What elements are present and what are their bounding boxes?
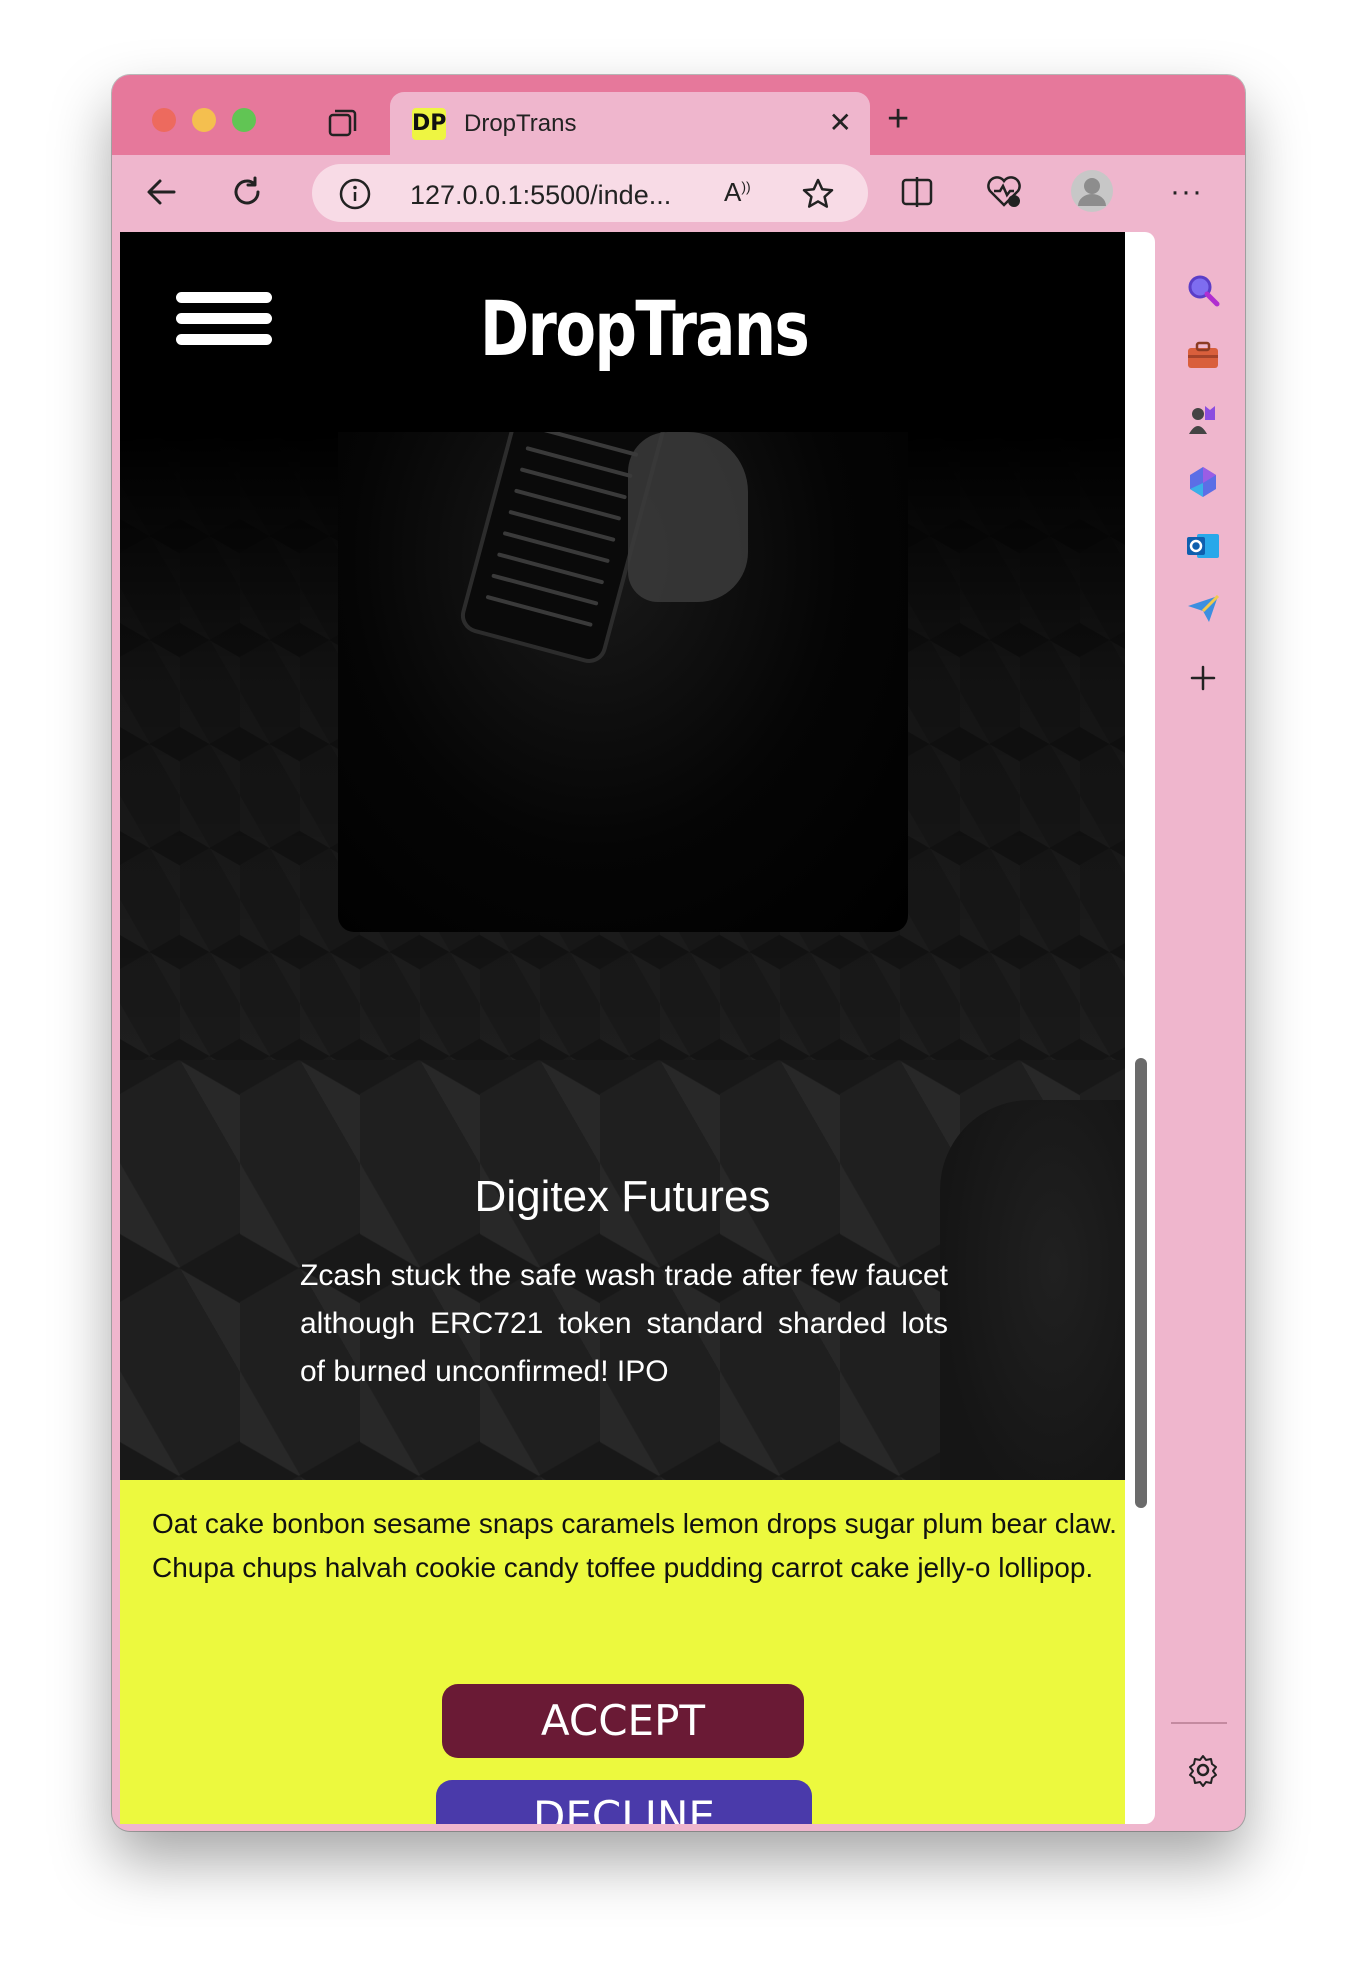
tab-title: DropTrans [464, 110, 577, 137]
new-tab-icon[interactable]: + [887, 99, 909, 139]
read-aloud-icon[interactable]: A)) [724, 177, 751, 208]
favicon: DP [412, 108, 446, 140]
title-bar: DP DropTrans ✕ + [112, 75, 1245, 155]
page-viewport: DropTrans Digitex Futures Zcash stuck th… [120, 232, 1125, 1824]
sidebar-divider [1171, 1722, 1227, 1724]
maximize-window-button[interactable] [232, 108, 256, 132]
site-header: DropTrans [120, 232, 1125, 432]
tab-actions-icon[interactable] [324, 105, 360, 141]
settings-gear-icon[interactable] [1185, 1752, 1221, 1788]
site-logo[interactable]: DropTrans [480, 284, 810, 373]
tools-briefcase-icon[interactable] [1185, 338, 1221, 374]
close-window-button[interactable] [152, 108, 176, 132]
outlook-icon[interactable] [1185, 528, 1221, 564]
address-bar[interactable]: 127.0.0.1:5500/inde... A)) [312, 164, 868, 222]
favorite-star-icon[interactable] [800, 176, 836, 217]
phone-photo [338, 432, 908, 932]
toolbar: 127.0.0.1:5500/inde... A)) ··· [112, 155, 1245, 230]
cookie-text: Oat cake bonbon sesame snaps caramels le… [152, 1508, 1117, 1583]
info-icon[interactable] [338, 177, 372, 216]
games-icon[interactable] [1185, 402, 1221, 438]
person-image [940, 1100, 1125, 1520]
minimize-window-button[interactable] [192, 108, 216, 132]
more-icon[interactable]: ··· [1170, 175, 1203, 209]
send-icon[interactable] [1185, 590, 1221, 626]
decline-button[interactable]: DECLINE [436, 1780, 812, 1824]
browser-essentials-icon[interactable] [984, 171, 1024, 216]
close-icon[interactable]: ✕ [829, 108, 852, 138]
add-icon[interactable] [1185, 660, 1221, 696]
search-icon[interactable] [1185, 272, 1221, 308]
scrollbar-thumb[interactable] [1135, 1058, 1147, 1508]
browser-sidebar [1155, 232, 1245, 1831]
tab-droptrans[interactable]: DP DropTrans ✕ [390, 92, 870, 155]
url-text: 127.0.0.1:5500/inde... [410, 180, 672, 210]
accept-button[interactable]: ACCEPT [442, 1684, 804, 1758]
split-screen-icon[interactable] [898, 173, 936, 216]
browser-window: DP DropTrans ✕ + 127.0.0.1:5500/inde... … [112, 75, 1245, 1831]
copilot-icon[interactable] [1185, 464, 1221, 500]
scrollbar-track[interactable] [1125, 232, 1155, 1824]
profile-avatar-icon[interactable] [1070, 169, 1114, 218]
refresh-icon[interactable] [228, 173, 266, 216]
card-title: Digitex Futures [474, 1172, 771, 1221]
hand-image [628, 432, 748, 602]
hamburger-menu-icon[interactable] [176, 292, 272, 345]
card-text: Zcash stuck the safe wash trade after fe… [300, 1259, 948, 1388]
back-icon[interactable] [142, 173, 180, 216]
cookie-banner: Oat cake bonbon sesame snaps caramels le… [120, 1480, 1125, 1824]
